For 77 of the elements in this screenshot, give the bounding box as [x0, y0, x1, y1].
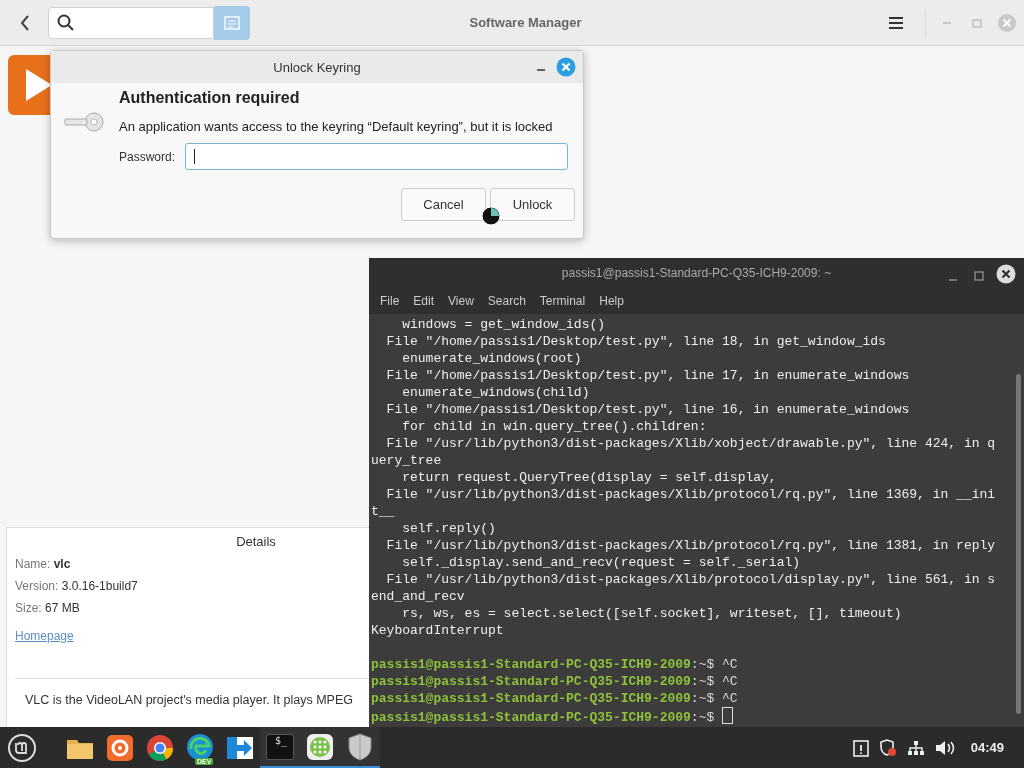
- shield-icon: [347, 732, 373, 761]
- network-icon[interactable]: [906, 739, 925, 756]
- terminal-line: end_and_recv: [370, 588, 466, 605]
- menu-item[interactable]: View: [441, 294, 481, 308]
- minimize-icon: [948, 279, 958, 281]
- browser-icon: [186, 732, 214, 761]
- dialog-title: Unlock Keyring: [273, 59, 361, 75]
- detail-row-text: Name: vlc: [15, 557, 72, 571]
- terminal-line: t__: [370, 503, 396, 520]
- cancel-button[interactable]: Cancel: [401, 188, 486, 221]
- browser-icon: [106, 733, 134, 762]
- command-text: :~$ ^C: [690, 691, 738, 706]
- window-title: Software Manager: [468, 15, 583, 30]
- terminal-line: File "/home/passis1/Desktop/test.py", line 16, in enumerate_windows: [385, 401, 911, 418]
- dialog-heading: Authentication required: [119, 89, 301, 107]
- terminal-title: passis1@passis1-Standard-PC-Q35-ICH9-2009: ~: [561, 266, 832, 280]
- terminal-line: windows = get_window_ids(): [401, 316, 607, 333]
- command-text: :~$ ^C: [690, 674, 738, 689]
- volume-icon[interactable]: [934, 739, 955, 756]
- terminal-line: File "/usr/lib/python3/dist-packages/Xlib/protocol/rq.py", line 1381, in reply: [385, 537, 997, 554]
- prompt-text: passis1@passis1-Standard-PC-Q35-ICH9-2009: [371, 657, 691, 672]
- terminal-line: uery_tree: [370, 452, 443, 469]
- terminal-line: File "/usr/lib/python3/dist-packages/Xlib/protocol/rq.py", line 1369, in __ini: [385, 486, 997, 503]
- terminal-line: for child in win.query_tree().children:: [401, 418, 708, 435]
- terminal-line: File "/home/passis1/Desktop/test.py", line 17, in enumerate_windows: [385, 367, 911, 384]
- back-icon: [19, 13, 31, 32]
- browser-icon: [146, 733, 174, 762]
- app-grid-icon: [306, 732, 334, 761]
- prompt-text: passis1@passis1-Standard-PC-Q35-ICH9-2009: [371, 691, 691, 706]
- menu-item[interactable]: Search: [480, 294, 533, 308]
- terminal-icon: $_: [266, 733, 294, 760]
- taskbar-app[interactable]: [340, 727, 380, 768]
- prompt-text: passis1@passis1-Standard-PC-Q35-ICH9-2009: [371, 710, 691, 725]
- detail-row-text: Size: 67 MB: [15, 601, 81, 615]
- mint-logo-icon: [7, 732, 37, 763]
- terminal-line: enumerate_windows(child): [401, 384, 591, 401]
- terminal-line: File "/home/passis1/Desktop/test.py", line 18, in get_window_ids: [385, 333, 887, 350]
- menu-icon: [888, 15, 904, 30]
- terminal-line: rs, ws, es = select.select([self.socket], writeset, [], timeout): [401, 605, 903, 622]
- maximize-icon: [974, 271, 984, 281]
- minimize-icon: [942, 21, 952, 24]
- shield-alert-icon[interactable]: [878, 738, 897, 757]
- list-icon: [223, 14, 241, 31]
- maximize-button[interactable]: [974, 269, 984, 279]
- homepage-link[interactable]: Homepage: [15, 629, 74, 643]
- terminal-line: KeyboardInterrupt: [370, 622, 505, 639]
- taskbar-app[interactable]: $_: [260, 727, 300, 768]
- terminal-line: self._display.send_and_recv(request = self._serial): [401, 554, 802, 571]
- close-icon: [556, 57, 576, 77]
- terminal-line: enumerate_windows(root): [401, 350, 583, 367]
- menu-item[interactable]: Edit: [406, 294, 442, 308]
- detail-row-text: Version: 3.0.16-1build7: [15, 579, 139, 593]
- terminal-line: File "/usr/lib/python3/dist-packages/Xlib/protocol/display.py", line 561, in s: [385, 571, 997, 588]
- terminal-line: File "/usr/lib/python3/dist-packages/Xlib/xobject/drawable.py", line 424, in q: [385, 435, 997, 452]
- clock[interactable]: 04:49: [970, 740, 1004, 755]
- scrollbar-thumb[interactable]: [1016, 374, 1021, 714]
- close-button[interactable]: [996, 264, 1016, 284]
- menu-item[interactable]: File: [373, 294, 407, 308]
- search-field[interactable]: [48, 6, 214, 39]
- menu-item[interactable]: Terminal: [532, 294, 593, 308]
- password-label: Password:: [119, 149, 176, 164]
- close-icon: [996, 264, 1016, 284]
- close-icon: [997, 12, 1017, 33]
- prompt-text: passis1@passis1-Standard-PC-Q35-ICH9-2009: [371, 674, 691, 689]
- dialog-message: An application wants access to the keyring “Default keyring”, but it is locked: [119, 119, 554, 134]
- clipboard-icon[interactable]: [852, 738, 869, 757]
- busy-cursor-icon: [481, 206, 501, 226]
- password-field[interactable]: [185, 143, 569, 170]
- search-icon: [57, 13, 75, 32]
- unlock-button[interactable]: Unlock: [490, 188, 575, 221]
- key-icon: [63, 111, 105, 133]
- terminal-line: return request.QueryTree(display = self.display,: [401, 469, 778, 486]
- menu-item[interactable]: Help: [592, 294, 631, 308]
- terminal-line: self.reply(): [401, 520, 497, 537]
- command-text: :~$: [690, 710, 716, 725]
- restore-icon: [971, 16, 983, 29]
- command-text: :~$ ^C: [690, 657, 738, 672]
